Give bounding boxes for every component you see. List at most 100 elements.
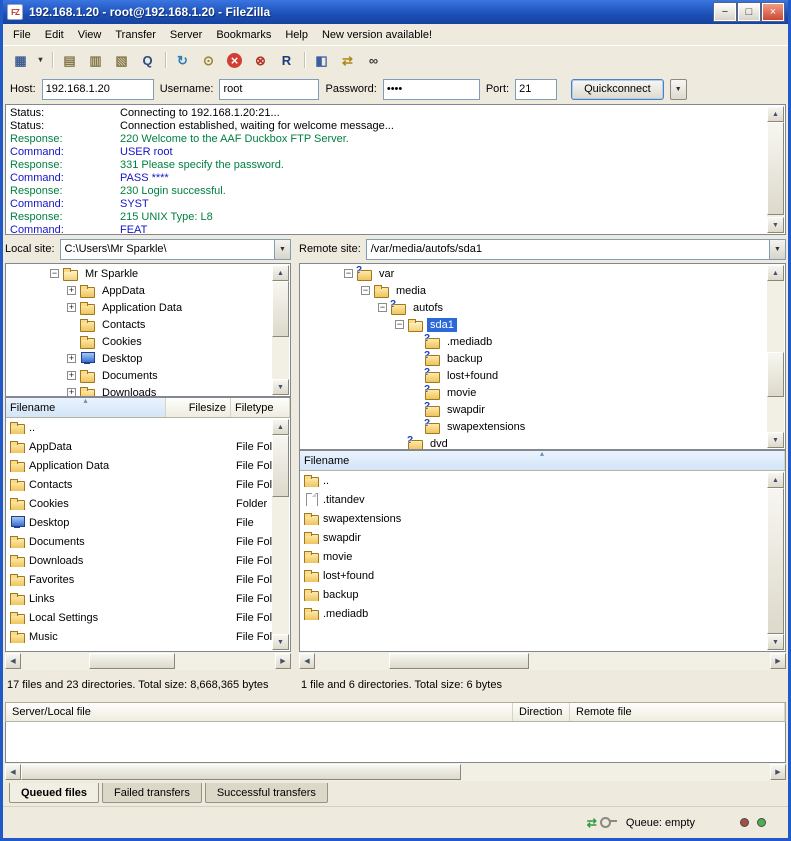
queue-tab[interactable]: Queued files — [9, 783, 99, 803]
column-header[interactable]: Filesize — [166, 398, 231, 417]
scroll-thumb[interactable] — [272, 281, 289, 337]
tree-item[interactable]: Desktop — [6, 350, 290, 367]
menu-item[interactable]: Edit — [38, 26, 71, 44]
toggle-remote-tree-icon[interactable]: ▧ — [109, 49, 134, 72]
queue-horizontal-scrollbar[interactable] — [5, 763, 786, 781]
remote-tree-scrollbar[interactable] — [767, 265, 784, 448]
tree-item[interactable]: autofs — [300, 299, 785, 316]
column-header[interactable]: Filename — [300, 451, 785, 470]
dropdown-arrow-icon[interactable] — [769, 240, 785, 259]
file-row[interactable]: Application Data File Folder — [6, 456, 272, 475]
directory-comparison-icon[interactable]: ◧ — [309, 49, 334, 72]
tree-expander-icon[interactable] — [67, 371, 76, 380]
scroll-down-icon[interactable] — [767, 634, 784, 650]
username-input[interactable] — [219, 79, 319, 100]
reconnect-icon[interactable]: R — [274, 49, 299, 72]
toolbar-separator[interactable] — [161, 50, 169, 70]
local-horizontal-scrollbar[interactable] — [5, 652, 291, 670]
menu-item[interactable]: File — [6, 26, 38, 44]
scroll-down-icon[interactable] — [272, 379, 289, 395]
menu-item[interactable]: View — [71, 26, 109, 44]
toolbar-separator[interactable] — [48, 50, 56, 70]
file-row[interactable]: Desktop File — [6, 513, 272, 532]
file-row[interactable]: swapextensions — [300, 509, 767, 528]
synchronized-browsing-icon[interactable]: ⇄ — [335, 49, 360, 72]
tree-item[interactable]: var — [300, 265, 785, 282]
scroll-thumb[interactable] — [389, 653, 529, 669]
tree-item[interactable]: backup — [300, 350, 785, 367]
menu-item[interactable]: Transfer — [108, 26, 163, 44]
file-row[interactable]: .. — [300, 471, 767, 490]
menu-item[interactable]: Bookmarks — [209, 26, 278, 44]
tree-item[interactable]: AppData — [6, 282, 290, 299]
file-row[interactable]: Downloads File Folder — [6, 551, 272, 570]
disconnect-icon[interactable]: ⊗ — [248, 49, 273, 72]
log-scrollbar[interactable] — [767, 106, 784, 233]
cancel-icon[interactable]: × — [222, 49, 247, 72]
file-row[interactable]: AppData File Folder — [6, 437, 272, 456]
local-list-scrollbar[interactable] — [272, 419, 289, 650]
queue-column-header[interactable]: Direction — [513, 703, 570, 721]
find-files-icon[interactable]: ∞ — [361, 49, 386, 72]
close-button[interactable]: × — [762, 3, 784, 21]
minimize-button[interactable]: − — [714, 3, 736, 21]
queue-tab[interactable]: Successful transfers — [205, 783, 328, 803]
file-row[interactable]: Local Settings File Folder — [6, 608, 272, 627]
scroll-right-icon[interactable] — [770, 653, 786, 669]
scroll-up-icon[interactable] — [272, 265, 289, 281]
file-row[interactable]: lost+found — [300, 566, 767, 585]
tree-expander-icon[interactable] — [67, 303, 76, 312]
tree-item[interactable]: Contacts — [6, 316, 290, 333]
tree-item[interactable]: Mr Sparkle — [6, 265, 290, 282]
quickconnect-dropdown-icon[interactable] — [670, 79, 687, 100]
tree-item[interactable]: swapdir — [300, 401, 785, 418]
file-row[interactable]: .. — [6, 418, 272, 437]
scroll-right-icon[interactable] — [275, 653, 291, 669]
toggle-message-log-icon[interactable]: ▤ — [57, 49, 82, 72]
tree-item[interactable]: media — [300, 282, 785, 299]
scroll-up-icon[interactable] — [767, 472, 784, 488]
tree-item[interactable]: sda1 — [300, 316, 785, 333]
file-row[interactable]: .titandev — [300, 490, 767, 509]
file-row[interactable]: swapdir — [300, 528, 767, 547]
toggle-local-tree-icon[interactable]: ▥ — [83, 49, 108, 72]
scroll-up-icon[interactable] — [767, 265, 784, 281]
local-tree-scrollbar[interactable] — [272, 265, 289, 395]
scroll-up-icon[interactable] — [767, 106, 784, 122]
tree-expander-icon[interactable] — [67, 388, 76, 397]
file-row[interactable]: backup — [300, 585, 767, 604]
tree-item[interactable]: Application Data — [6, 299, 290, 316]
scroll-thumb[interactable] — [767, 352, 784, 397]
toolbar-separator[interactable] — [300, 50, 308, 70]
tree-item[interactable]: dvd — [300, 435, 785, 450]
file-row[interactable]: .mediadb — [300, 604, 767, 623]
scroll-down-icon[interactable] — [272, 634, 289, 650]
tree-expander-icon[interactable] — [395, 320, 404, 329]
scroll-thumb[interactable] — [767, 488, 784, 634]
scroll-left-icon[interactable] — [299, 653, 315, 669]
tree-expander-icon[interactable] — [344, 269, 353, 278]
tree-item[interactable]: movie — [300, 384, 785, 401]
file-row[interactable]: movie — [300, 547, 767, 566]
host-input[interactable] — [42, 79, 154, 100]
scroll-left-icon[interactable] — [5, 653, 21, 669]
port-input[interactable] — [515, 79, 557, 100]
tree-item[interactable]: Cookies — [6, 333, 290, 350]
refresh-icon[interactable]: ↻ — [170, 49, 195, 72]
quickconnect-button[interactable]: Quickconnect — [571, 79, 664, 100]
queue-column-header[interactable]: Server/Local file — [6, 703, 513, 721]
tree-expander-icon[interactable] — [67, 354, 76, 363]
scroll-thumb[interactable] — [767, 122, 784, 215]
tree-item[interactable]: swapextensions — [300, 418, 785, 435]
scroll-thumb[interactable] — [89, 653, 175, 669]
dropdown-arrow-icon[interactable] — [274, 240, 290, 259]
file-row[interactable]: Favorites File Folder — [6, 570, 272, 589]
scroll-down-icon[interactable] — [767, 432, 784, 448]
scroll-right-icon[interactable] — [770, 764, 786, 780]
local-site-combo[interactable]: C:\Users\Mr Sparkle\ — [60, 239, 291, 260]
process-queue-icon[interactable]: ⊙ — [196, 49, 221, 72]
scroll-up-icon[interactable] — [272, 419, 289, 435]
file-row[interactable]: Links File Folder — [6, 589, 272, 608]
queue-tab[interactable]: Failed transfers — [102, 783, 202, 803]
tree-item[interactable]: Downloads — [6, 384, 290, 397]
